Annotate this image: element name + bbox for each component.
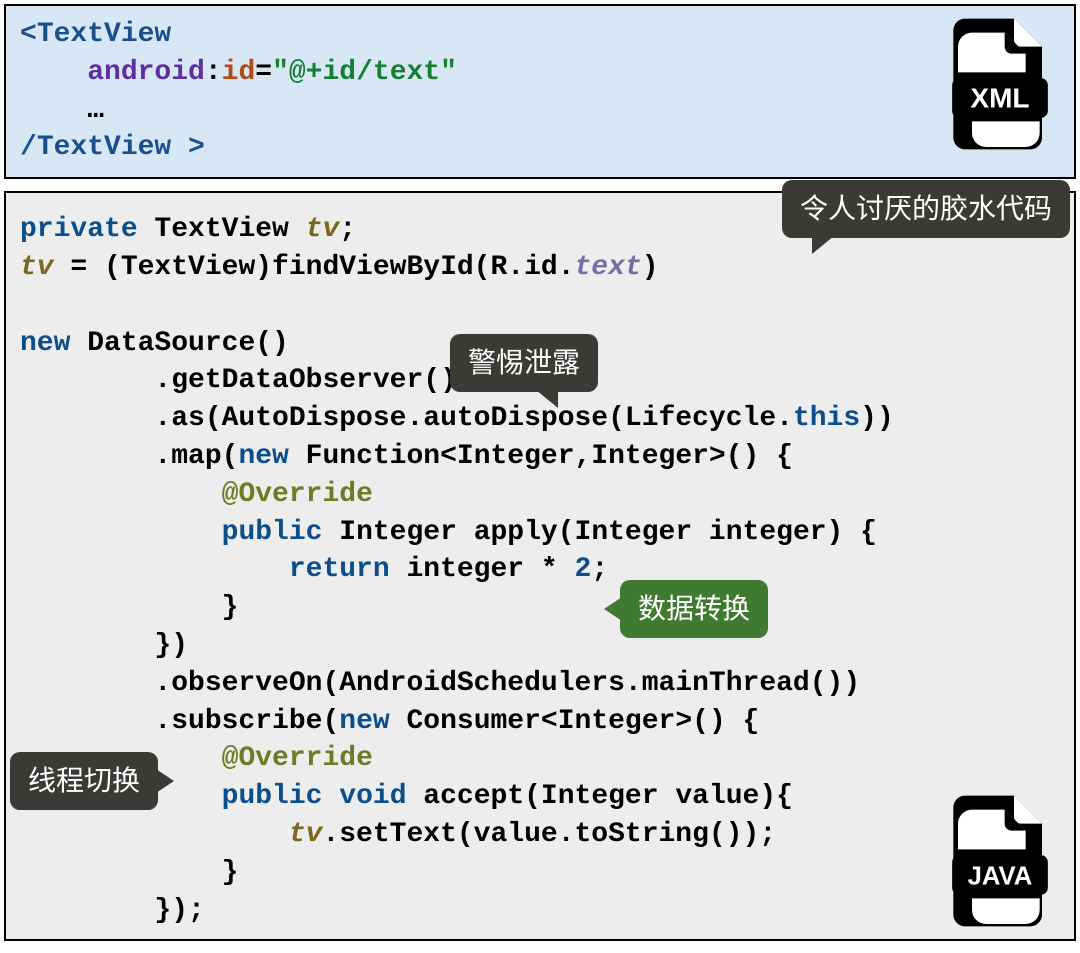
bubble-tail-icon — [812, 236, 834, 254]
xml-code: <TextView android:id="@+id/text" … /Text… — [20, 16, 1060, 167]
annotation-data-transform: 数据转换 — [620, 580, 768, 638]
svg-text:JAVA: JAVA — [968, 863, 1033, 891]
annotation-glue-code: 令人讨厌的胶水代码 — [782, 180, 1070, 238]
bubble-tail-icon — [604, 597, 622, 621]
annotation-thread-switch: 线程切换 — [10, 752, 158, 810]
bubble-tail-icon — [536, 390, 558, 408]
svg-text:XML: XML — [970, 82, 1029, 113]
xml-file-icon: XML — [940, 14, 1060, 154]
xml-code-block: <TextView android:id="@+id/text" … /Text… — [4, 4, 1076, 179]
java-code-block: private TextView tv; tv = (TextView)find… — [4, 191, 1076, 941]
java-file-icon: JAVA — [940, 791, 1060, 931]
java-code: private TextView tv; tv = (TextView)find… — [20, 211, 1060, 929]
annotation-leak-warning: 警惕泄露 — [450, 334, 598, 392]
bubble-tail-icon — [156, 769, 174, 793]
